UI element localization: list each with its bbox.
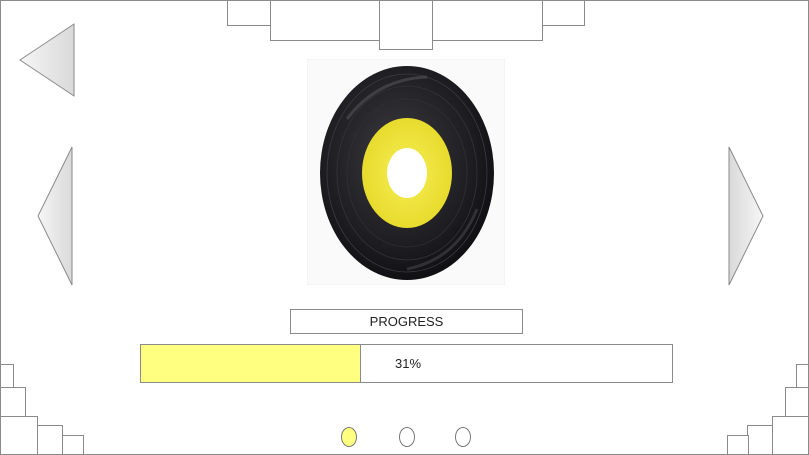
pagination-dot-2[interactable] <box>399 427 415 447</box>
corner-step-decoration <box>747 425 773 454</box>
corner-step-decoration <box>772 416 808 454</box>
top-tab-decoration <box>227 1 271 26</box>
progress-fill <box>141 345 362 382</box>
music-player-screen: PROGRESS 31% <box>0 0 809 455</box>
top-tab-decoration <box>432 1 543 41</box>
top-tab-decoration <box>379 1 433 50</box>
corner-step-decoration <box>37 425 63 454</box>
pagination-dot-1[interactable] <box>341 427 357 447</box>
corner-step-decoration <box>727 435 749 454</box>
progress-value: 31% <box>395 356 422 371</box>
corner-step-decoration <box>1 364 14 388</box>
previous-triangle-icon[interactable] <box>37 146 73 286</box>
progress-bar: 31% <box>140 344 673 383</box>
top-tab-decoration <box>542 1 585 26</box>
corner-step-decoration <box>1 416 38 454</box>
pagination-dots <box>339 427 479 449</box>
progress-label: PROGRESS <box>290 309 523 334</box>
corner-step-decoration <box>62 435 84 454</box>
corner-step-decoration <box>1 387 26 417</box>
corner-step-decoration <box>785 387 808 417</box>
back-triangle-icon[interactable] <box>19 23 75 97</box>
next-triangle-icon[interactable] <box>728 146 764 286</box>
vinyl-record-icon <box>307 59 505 285</box>
top-tab-decoration <box>270 1 380 41</box>
pagination-dot-3[interactable] <box>455 427 471 447</box>
corner-step-decoration <box>796 364 808 388</box>
